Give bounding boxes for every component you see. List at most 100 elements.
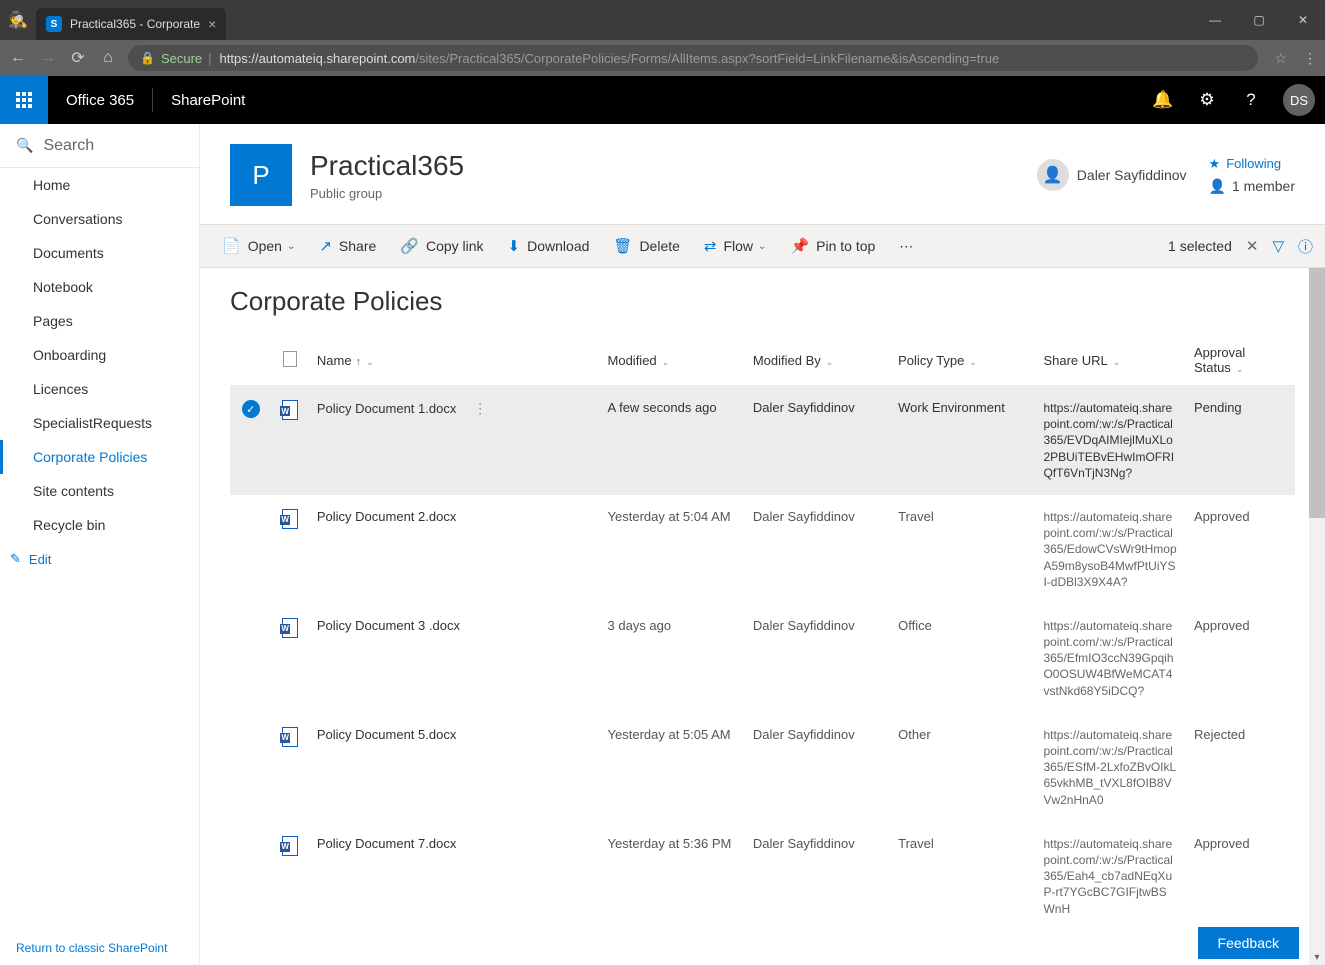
search-input[interactable]: 🔍 Search [0,124,199,168]
approval-cell: Approved [1186,822,1295,931]
modified-cell: Yesterday at 5:04 AM [600,495,745,604]
browser-menu-icon[interactable]: ⋮ [1303,50,1317,67]
flow-icon: ⇄ [704,237,717,255]
modifiedby-cell[interactable]: Daler Sayfiddinov [745,713,890,822]
reload-button[interactable]: ⟳ [68,48,88,68]
settings-icon[interactable]: ⚙ [1185,76,1229,124]
approval-header[interactable]: Approval Status⌄ [1186,335,1295,386]
suite-title[interactable]: Office 365 [48,92,152,109]
table-row[interactable]: Policy Document 3 .docx3 days agoDaler S… [230,604,1295,713]
file-name[interactable]: Policy Document 5.docx [317,727,456,742]
nav-item-licences[interactable]: Licences [0,372,199,406]
modifiedby-cell[interactable]: Daler Sayfiddinov [745,604,890,713]
home-button[interactable]: ⌂ [98,49,118,67]
row-more-button[interactable]: ⋮ [467,400,493,416]
site-title[interactable]: Practical365 [310,150,464,182]
ellipsis-icon: ⋯ [899,238,913,255]
policytype-header[interactable]: Policy Type⌄ [890,335,1035,386]
members-button[interactable]: 👤 1 member [1209,178,1295,195]
pencil-icon: ✎ [10,551,21,567]
close-window-button[interactable]: ✕ [1281,0,1325,40]
lock-icon: 🔒 [140,51,155,65]
chevron-down-icon: ⌄ [366,357,374,367]
app-title[interactable]: SharePoint [153,92,263,109]
modifiedby-header[interactable]: Modified By⌄ [745,335,890,386]
policytype-cell: Work Environment [890,386,1035,495]
file-name[interactable]: Policy Document 3 .docx [317,618,460,633]
table-row[interactable]: Policy Document 2.docx Yesterday at 5:04 … [230,495,1295,604]
type-header[interactable] [272,335,309,386]
minimize-button[interactable]: — [1193,0,1237,40]
file-name[interactable]: Policy Document 7.docx [317,836,456,851]
shareurl-header[interactable]: Share URL⌄ [1035,335,1186,386]
modifiedby-cell[interactable]: Daler Sayfiddinov [745,495,890,604]
share-button[interactable]: ↗Share [309,225,386,267]
open-button[interactable]: 📄Open⌄ [212,225,305,267]
policytype-cell: Travel [890,495,1035,604]
shareurl-cell[interactable]: https://automateiq.sharepoint.com/:w:/s/… [1035,495,1186,604]
back-button[interactable]: ← [8,49,28,67]
user-avatar[interactable]: DS [1283,84,1315,116]
site-logo[interactable]: P [230,144,292,206]
approval-cell: Rejected [1186,713,1295,822]
shareurl-cell[interactable]: https://automateiq.sharepoint.com/:w:/s/… [1035,386,1186,495]
info-icon[interactable]: ⓘ [1298,236,1313,257]
file-name[interactable]: Policy Document 2.docx [317,509,456,524]
nav-item-home[interactable]: Home [0,168,199,202]
modifiedby-cell[interactable]: Daler Sayfiddinov [745,822,890,931]
close-tab-icon[interactable]: × [208,16,216,32]
maximize-button[interactable]: ▢ [1237,0,1281,40]
word-doc-icon [282,509,298,529]
nav-item-conversations[interactable]: Conversations [0,202,199,236]
selected-check-icon[interactable]: ✓ [242,400,260,418]
nav-item-onboarding[interactable]: Onboarding [0,338,199,372]
browser-tab[interactable]: S Practical365 - Corporate × [36,8,226,40]
flow-button[interactable]: ⇄Flow⌄ [694,225,777,267]
chevron-down-icon: ⌄ [662,357,670,367]
nav-item-corporate-policies[interactable]: Corporate Policies [0,440,199,474]
filter-icon[interactable]: ▽ [1272,237,1284,255]
incognito-icon: 🕵 [0,10,36,30]
scroll-down-icon[interactable]: ▾ [1309,949,1325,965]
delete-button[interactable]: 🗑Delete [603,225,690,267]
nav-item-pages[interactable]: Pages [0,304,199,338]
nav-item-documents[interactable]: Documents [0,236,199,270]
edit-nav-button[interactable]: ✎ Edit [0,542,199,576]
search-icon: 🔍 [16,137,33,154]
modifiedby-cell[interactable]: Daler Sayfiddinov [745,386,890,495]
file-name[interactable]: Policy Document 1.docx [317,401,456,416]
bookmark-icon[interactable]: ☆ [1274,50,1287,67]
follow-button[interactable]: ★ Following [1209,156,1295,172]
current-user: 👤 Daler Sayfiddinov [1037,159,1187,191]
forward-button[interactable]: → [38,49,58,67]
table-row[interactable]: Policy Document 5.docxYesterday at 5:05 … [230,713,1295,822]
feedback-button[interactable]: Feedback [1198,927,1299,959]
nav-item-specialistrequests[interactable]: SpecialistRequests [0,406,199,440]
nav-item-recycle-bin[interactable]: Recycle bin [0,508,199,542]
chevron-down-icon: ⌄ [758,241,766,252]
clear-selection-button[interactable]: ✕ [1246,237,1259,255]
url-input[interactable]: 🔒 Secure | https://automateiq.sharepoint… [128,45,1258,71]
more-actions-button[interactable]: ⋯ [889,225,923,267]
shareurl-cell[interactable]: https://automateiq.sharepoint.com/:w:/s/… [1035,713,1186,822]
shareurl-cell[interactable]: https://automateiq.sharepoint.com/:w:/s/… [1035,822,1186,931]
name-header[interactable]: Name↑⌄ [309,335,600,386]
modified-cell: Yesterday at 5:36 PM [600,822,745,931]
pin-button[interactable]: 📌Pin to top [780,225,885,267]
nav-item-notebook[interactable]: Notebook [0,270,199,304]
help-icon[interactable]: ? [1229,76,1273,124]
modified-header[interactable]: Modified⌄ [600,335,745,386]
scrollbar-thumb[interactable] [1309,268,1325,518]
notifications-icon[interactable]: 🔔 [1141,76,1185,124]
shareurl-cell[interactable]: https://automateiq.sharepoint.com/:w:/s/… [1035,604,1186,713]
copy-link-button[interactable]: 🔗Copy link [390,225,493,267]
return-classic-link[interactable]: Return to classic SharePoint [0,931,199,965]
table-row[interactable]: ✓Policy Document 1.docx ⋮A few seconds a… [230,386,1295,495]
vertical-scrollbar[interactable]: ▾ [1309,268,1325,965]
nav-item-site-contents[interactable]: Site contents [0,474,199,508]
share-icon: ↗ [319,237,332,255]
app-launcher-button[interactable] [0,76,48,124]
download-button[interactable]: ⬇Download [498,225,600,267]
table-row[interactable]: Policy Document 7.docx Yesterday at 5:36 … [230,822,1295,931]
select-all-header[interactable] [230,335,272,386]
